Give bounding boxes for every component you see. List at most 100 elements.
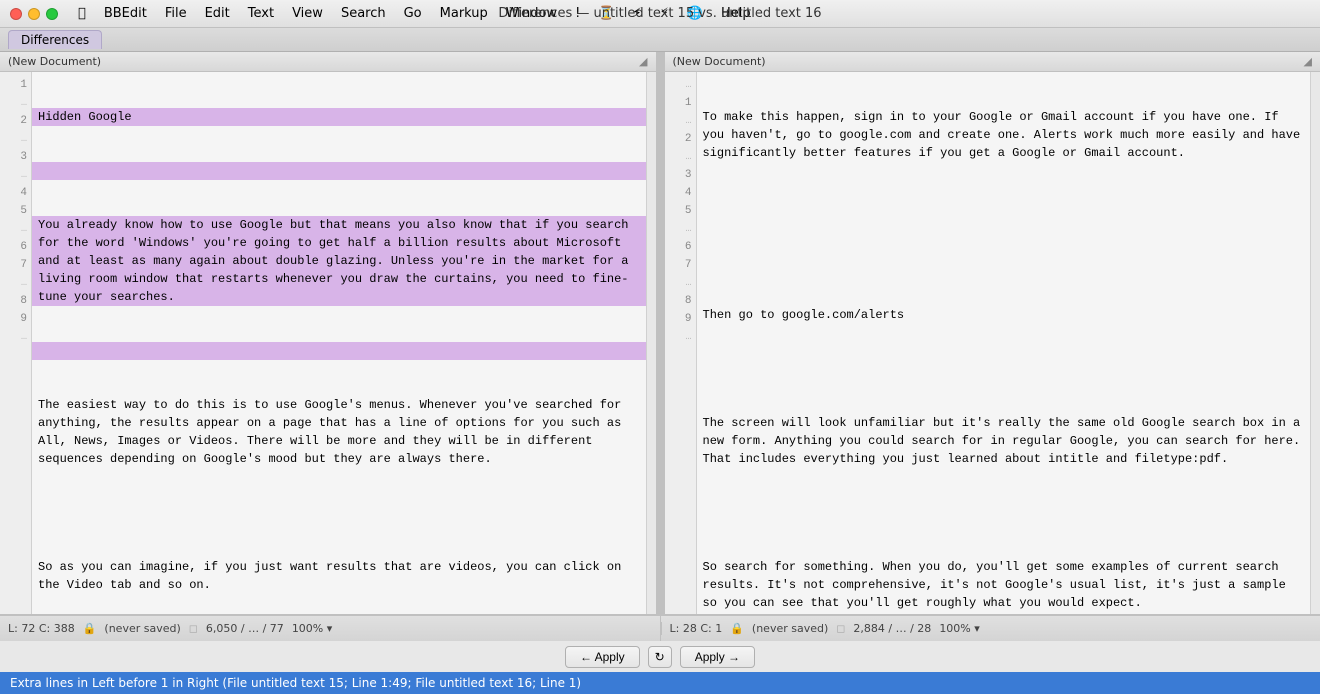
right-ellipsis-top: … bbox=[665, 76, 696, 94]
apply-right-button[interactable]: Apply → bbox=[680, 646, 755, 668]
right-ellipsis-3: … bbox=[665, 220, 696, 238]
menu-markup[interactable]: Markup bbox=[432, 4, 496, 23]
line-ellipsis-3: … bbox=[0, 166, 31, 184]
right-pane-title: (New Document) bbox=[673, 55, 766, 68]
right-line-num-9: 9 bbox=[665, 310, 696, 328]
left-zoom[interactable]: 100% ▾ bbox=[292, 622, 332, 635]
line-num-10: 9 bbox=[0, 310, 31, 328]
apply-bar: ← Apply ↻ Apply → bbox=[0, 640, 1320, 672]
right-line-num-5: 5 bbox=[665, 202, 696, 220]
right-line-col: L: 28 C: 1 bbox=[670, 622, 723, 635]
right-line-7: So search for something. When you do, yo… bbox=[697, 558, 1311, 612]
left-line-3: You already know how to use Google but t… bbox=[32, 216, 646, 306]
line-num-4: 3 bbox=[0, 148, 31, 166]
line-ellipsis-1: … bbox=[0, 94, 31, 112]
menu-text[interactable]: Text bbox=[240, 4, 282, 23]
left-chars: 6,050 / … / 77 bbox=[206, 622, 284, 635]
left-status-bar: L: 72 C: 388 🔒 (never saved) ◻ 6,050 / …… bbox=[0, 615, 661, 641]
left-status-items: L: 72 C: 388 🔒 (never saved) ◻ 6,050 / …… bbox=[0, 622, 660, 635]
right-chars: 2,884 / … / 28 bbox=[853, 622, 931, 635]
window-title: Differences — untitled text 15 vs. untit… bbox=[498, 6, 821, 21]
line-num-8: 7 bbox=[0, 256, 31, 274]
status-bars: L: 72 C: 388 🔒 (never saved) ◻ 6,050 / …… bbox=[0, 614, 1320, 640]
menu-go[interactable]: Go bbox=[396, 4, 430, 23]
line-ellipsis-6: … bbox=[0, 328, 31, 346]
right-text-content[interactable]: To make this happen, sign in to your Goo… bbox=[697, 72, 1311, 614]
right-ellipsis-1: … bbox=[665, 112, 696, 130]
right-ellipsis-2: … bbox=[665, 148, 696, 166]
right-pane: (New Document) ◢ … 1 … 2 … 3 4 5 … 6 7 …… bbox=[665, 52, 1320, 614]
right-scrollbar[interactable] bbox=[1310, 72, 1320, 614]
editor-container: (New Document) ◢ 1 … 2 … 3 … 4 5 … 6 7 …… bbox=[0, 52, 1320, 614]
menu-bbedit[interactable]: BBEdit bbox=[96, 4, 155, 23]
left-line-4 bbox=[32, 342, 646, 360]
maximize-button[interactable] bbox=[46, 8, 58, 20]
refresh-button[interactable]: ↻ bbox=[648, 646, 672, 668]
right-line-4 bbox=[697, 360, 1311, 378]
traffic-lights bbox=[0, 8, 58, 20]
apple-menu[interactable]:  bbox=[70, 4, 94, 23]
info-bar: Extra lines in Left before 1 in Right (F… bbox=[0, 672, 1320, 694]
line-num-1: 1 bbox=[0, 76, 31, 94]
left-line-1: Hidden Google bbox=[32, 108, 646, 126]
left-pane-header: (New Document) ◢ bbox=[0, 52, 656, 72]
left-line-numbers: 1 … 2 … 3 … 4 5 … 6 7 … 8 9 … bbox=[0, 72, 32, 614]
menu-search[interactable]: Search bbox=[333, 4, 394, 23]
info-message: Extra lines in Left before 1 in Right (F… bbox=[10, 676, 581, 690]
menu-file[interactable]: File bbox=[157, 4, 195, 23]
left-status-sep1: ◻ bbox=[189, 622, 198, 635]
right-line-5: The screen will look unfamiliar but it's… bbox=[697, 414, 1311, 468]
left-save-status: (never saved) bbox=[104, 622, 180, 635]
left-line-7: So as you can imagine, if you just want … bbox=[32, 558, 646, 594]
line-ellipsis-5: … bbox=[0, 274, 31, 292]
close-button[interactable] bbox=[10, 8, 22, 20]
apply-left-button[interactable]: ← Apply bbox=[565, 646, 640, 668]
right-line-num-7: 7 bbox=[665, 256, 696, 274]
left-pane: (New Document) ◢ 1 … 2 … 3 … 4 5 … 6 7 …… bbox=[0, 52, 657, 614]
right-pane-icon[interactable]: ◢ bbox=[1304, 55, 1312, 68]
left-text-area[interactable]: 1 … 2 … 3 … 4 5 … 6 7 … 8 9 … Hidden Goo… bbox=[0, 72, 656, 614]
right-zoom[interactable]: 100% ▾ bbox=[939, 622, 979, 635]
right-status-sep1: ◻ bbox=[836, 622, 845, 635]
title-bar:  BBEdit File Edit Text View Search Go M… bbox=[0, 0, 1320, 28]
line-num-5: 4 bbox=[0, 184, 31, 202]
menu-view[interactable]: View bbox=[284, 4, 331, 23]
pane-divider[interactable] bbox=[657, 52, 665, 614]
left-line-col: L: 72 C: 388 bbox=[8, 622, 75, 635]
left-pane-title: (New Document) bbox=[8, 55, 101, 68]
right-line-3: Then go to google.com/alerts bbox=[697, 306, 1311, 324]
right-line-1 bbox=[697, 198, 1311, 216]
right-line-2 bbox=[697, 252, 1311, 270]
right-line-num-2: 2 bbox=[665, 130, 696, 148]
left-line-6 bbox=[32, 504, 646, 522]
left-scrollbar[interactable] bbox=[646, 72, 656, 614]
line-ellipsis-4: … bbox=[0, 220, 31, 238]
line-num-6: 5 bbox=[0, 202, 31, 220]
right-status-bar: L: 28 C: 1 🔒 (never saved) ◻ 2,884 / … /… bbox=[661, 615, 1320, 641]
left-text-content[interactable]: Hidden Google You already know how to us… bbox=[32, 72, 646, 614]
line-num-3: 2 bbox=[0, 112, 31, 130]
right-text-area[interactable]: … 1 … 2 … 3 4 5 … 6 7 … 8 9 … To make th… bbox=[665, 72, 1320, 614]
right-line-num-4: 4 bbox=[665, 184, 696, 202]
toolbar: Differences bbox=[0, 28, 1320, 52]
right-pane-header: (New Document) ◢ bbox=[665, 52, 1320, 72]
line-ellipsis-2: … bbox=[0, 130, 31, 148]
right-line-num-3: 3 bbox=[665, 166, 696, 184]
left-line-2 bbox=[32, 162, 646, 180]
right-line-6 bbox=[697, 504, 1311, 522]
left-lock-icon: 🔒 bbox=[83, 622, 97, 635]
line-num-9: 8 bbox=[0, 292, 31, 310]
right-ellipsis-5: … bbox=[665, 328, 696, 346]
right-lock-icon: 🔒 bbox=[730, 622, 744, 635]
left-line-5: The easiest way to do this is to use Goo… bbox=[32, 396, 646, 468]
differences-tab[interactable]: Differences bbox=[8, 30, 102, 49]
left-pane-icon[interactable]: ◢ bbox=[639, 55, 647, 68]
right-status-items: L: 28 C: 1 🔒 (never saved) ◻ 2,884 / … /… bbox=[661, 622, 1320, 635]
minimize-button[interactable] bbox=[28, 8, 40, 20]
right-line-num-8: 8 bbox=[665, 292, 696, 310]
menu-edit[interactable]: Edit bbox=[197, 4, 238, 23]
right-ellipsis-4: … bbox=[665, 274, 696, 292]
right-save-status: (never saved) bbox=[752, 622, 828, 635]
line-num-7: 6 bbox=[0, 238, 31, 256]
right-line-intro: To make this happen, sign in to your Goo… bbox=[697, 108, 1311, 162]
